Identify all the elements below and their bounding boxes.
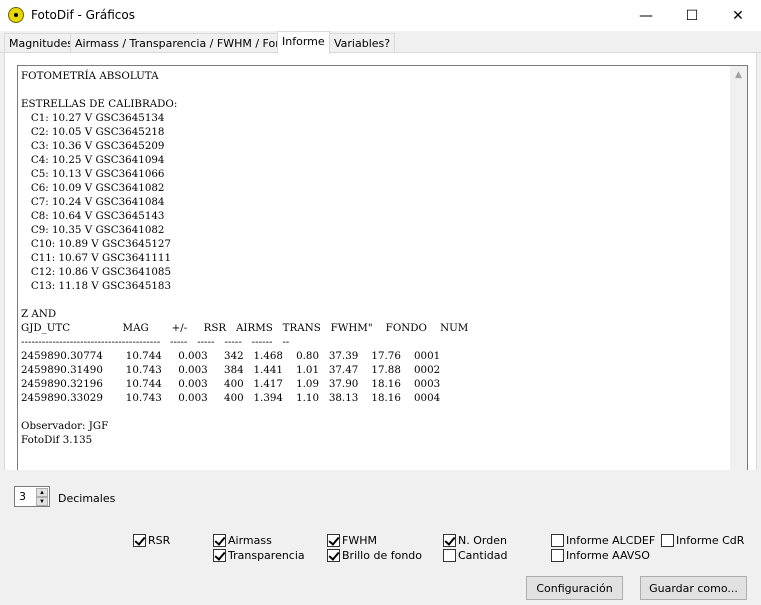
report-line [21,405,727,419]
checkbox-informe-aavso-label: Informe AAVSO [566,548,650,562]
report-line: C4: 10.25 V GSC3641094 [21,154,165,166]
checkbox-informe-aavso[interactable]: Informe AAVSO [551,548,650,562]
report-line: Observador: JGF [21,420,109,432]
checkbox-informe-alcdef[interactable]: Informe ALCDEF [551,533,655,547]
tab-variables[interactable]: Variables? [329,33,396,53]
report-line: C11: 10.67 V GSC3641111 [21,252,172,264]
spin-up-icon[interactable]: ▲ [36,488,48,497]
tab-strip: Magnitudes Airmass / Transparencia / FWH… [0,31,761,54]
report-line: GJD_UTC MAG +/- RSR AIRMS TRANS FWHM" FO… [21,322,469,334]
checkbox-airmass-label: Airmass [228,533,272,547]
checkbox-informe-cdr[interactable]: Informe CdR [661,533,744,547]
report-line: C10: 10.89 V GSC3645127 [21,238,172,250]
tab-magnitudes[interactable]: Magnitudes [4,33,79,53]
checkbox-cantidad-box[interactable] [443,548,456,562]
report-line: C6: 10.09 V GSC3641082 [21,182,165,194]
scroll-up-icon[interactable]: ▲ [730,66,747,83]
report-textbox[interactable]: FOTOMETRÍA ABSOLUTA ESTRELLAS DE CALIBRA… [17,65,748,523]
checkbox-n-orden[interactable]: N. Orden [443,533,507,547]
report-line: 2459890.31490 10.743 0.003 384 1.441 1.0… [21,364,441,376]
tab-airmass[interactable]: Airmass / Transparencia / FWHM / Fondo [70,33,301,53]
spin-down-icon[interactable]: ▼ [36,497,48,506]
checkbox-cantidad[interactable]: Cantidad [443,548,507,562]
checkbox-fwhm-box[interactable] [327,533,340,547]
checkbox-cantidad-label: Cantidad [458,548,508,562]
checkbox-brillo-fondo-box[interactable] [327,548,340,562]
configuracion-button[interactable]: Configuración [526,576,623,600]
report-line [21,83,727,97]
report-line: C3: 10.36 V GSC3645209 [21,140,165,152]
decimales-spinner[interactable]: 3 ▲ ▼ [14,486,50,507]
checkbox-rsr[interactable]: RSR [133,533,170,547]
tab-informe[interactable]: Informe [277,31,330,54]
report-text[interactable]: FOTOMETRÍA ABSOLUTA ESTRELLAS DE CALIBRA… [21,69,727,501]
checkbox-fwhm-label: FWHM [342,533,377,547]
report-line: C2: 10.05 V GSC3645218 [21,126,165,138]
checkbox-brillo-fondo[interactable]: Brillo de fondo [327,548,422,562]
decimales-label: Decimales [58,492,116,505]
decimales-value[interactable]: 3 [19,490,26,503]
checkbox-n-orden-box[interactable] [443,533,456,547]
informe-page: FOTOMETRÍA ABSOLUTA ESTRELLAS DE CALIBRA… [4,53,757,523]
close-button[interactable]: ✕ [715,0,761,31]
report-line [21,293,727,307]
options-bar: 3 ▲ ▼ Decimales RSR Airmass Transparenci… [0,470,761,605]
minimize-button[interactable]: — [623,0,669,31]
checkbox-fwhm[interactable]: FWHM [327,533,377,547]
checkbox-informe-alcdef-label: Informe ALCDEF [566,533,656,547]
report-line: ----------------------------------------… [21,336,290,348]
checkbox-airmass-box[interactable] [213,533,226,547]
report-line: FOTOMETRÍA ABSOLUTA [21,70,159,82]
checkbox-transparencia[interactable]: Transparencia [213,548,305,562]
report-line: 2459890.33029 10.743 0.003 400 1.394 1.1… [21,392,441,404]
report-line: ESTRELLAS DE CALIBRADO: [21,98,178,110]
report-line: C5: 10.13 V GSC3641066 [21,168,165,180]
report-line: Z AND [21,308,57,320]
report-line: C1: 10.27 V GSC3645134 [21,112,165,124]
checkbox-informe-cdr-label: Informe CdR [676,533,745,547]
checkbox-informe-alcdef-box[interactable] [551,533,564,547]
report-line: FotoDif 3.135 [21,434,93,446]
report-line: C7: 10.24 V GSC3641084 [21,196,165,208]
checkbox-transparencia-box[interactable] [213,548,226,562]
guardar-como-button[interactable]: Guardar como... [640,576,747,600]
checkbox-informe-aavso-box[interactable] [551,548,564,562]
report-line: C13: 11.18 V GSC3645183 [21,280,172,292]
checkbox-rsr-label: RSR [148,533,171,547]
report-line: C12: 10.86 V GSC3641085 [21,266,172,278]
vertical-scrollbar[interactable]: ▲ ▼ [730,66,747,506]
report-line: C8: 10.64 V GSC3645143 [21,210,165,222]
maximize-button[interactable]: ☐ [669,0,715,31]
checkbox-airmass[interactable]: Airmass [213,533,272,547]
report-line: 2459890.32196 10.744 0.003 400 1.417 1.0… [21,378,441,390]
checkbox-transparencia-label: Transparencia [228,548,305,562]
checkbox-informe-cdr-box[interactable] [661,533,674,547]
checkbox-n-orden-label: N. Orden [458,533,507,547]
window-title: FotoDif - Gráficos [31,8,135,22]
report-line: 2459890.30774 10.744 0.003 342 1.468 0.8… [21,350,441,362]
report-line: C9: 10.35 V GSC3641082 [21,224,165,236]
app-icon [8,7,24,23]
checkbox-brillo-fondo-label: Brillo de fondo [342,548,422,562]
title-bar: FotoDif - Gráficos — ☐ ✕ [0,0,761,31]
checkbox-rsr-box[interactable] [133,533,146,547]
